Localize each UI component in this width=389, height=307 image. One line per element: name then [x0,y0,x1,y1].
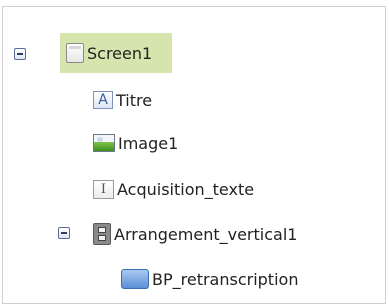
tree-item-label: BP_retranscription [152,269,299,289]
button-icon [121,269,149,289]
tree-item-titre[interactable]: A Titre [93,84,152,116]
tree-item-acquisition-texte[interactable]: I Acquisition_texte [93,173,254,205]
tree-item-label: Acquisition_texte [117,179,255,199]
collapse-arrangement-vertical1-toggle[interactable] [58,227,70,239]
image-icon [93,134,115,152]
tree-item-image1[interactable]: Image1 [93,127,178,159]
screen-icon [66,43,84,63]
collapse-screen1-toggle[interactable] [14,48,26,60]
tree-item-label: Titre [116,90,153,110]
tree-item-label: Arrangement_vertical1 [114,224,298,244]
tree-item-label: Screen1 [87,43,153,63]
vertical-arrangement-icon [93,223,111,245]
tree-item-screen1[interactable]: Screen1 [60,33,172,73]
tree-item-arrangement-vertical1[interactable]: Arrangement_vertical1 [93,218,297,250]
components-tree-panel: Screen1 A Titre Image1 I Acquisition_tex… [2,6,386,304]
tree-item-bp-retranscription[interactable]: BP_retranscription [121,263,298,295]
label-icon: A [93,91,113,109]
tree-item-label: Image1 [118,133,179,153]
textbox-icon: I [93,179,114,199]
